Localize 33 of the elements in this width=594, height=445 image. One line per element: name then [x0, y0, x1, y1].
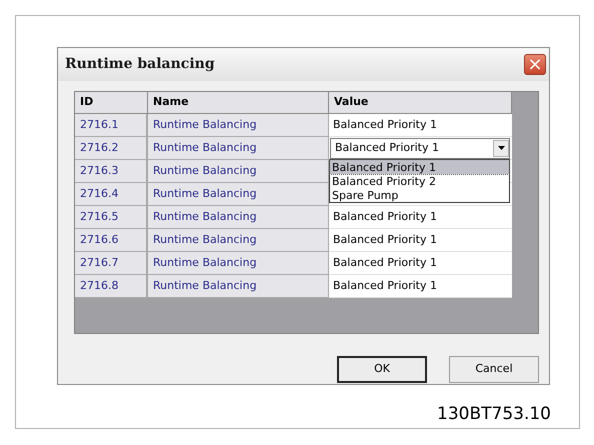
window-title: Runtime balancing	[65, 55, 215, 74]
table-cell: Runtime Balancing	[148, 137, 329, 160]
table-cell: Runtime Balancing	[148, 252, 329, 275]
table-cell: Runtime Balancing	[148, 183, 329, 206]
table-cell[interactable]: Balanced Priority 1	[329, 114, 512, 137]
table-cell: 2716.3	[75, 160, 148, 183]
table-cell: Runtime Balancing	[148, 229, 329, 252]
table-cell: Runtime Balancing	[148, 206, 329, 229]
table-cell: 2716.1	[75, 114, 148, 137]
table-cell: Runtime Balancing	[148, 160, 329, 183]
dropdown-option[interactable]: Balanced Priority 2	[330, 174, 509, 188]
table-cell: 2716.6	[75, 229, 148, 252]
table-cell: Runtime Balancing	[148, 114, 329, 137]
table-cell[interactable]: Balanced Priority 1	[329, 229, 512, 252]
dropdown-option[interactable]: Spare Pump	[330, 188, 509, 202]
dialog-button[interactable]: Cancel	[449, 356, 539, 383]
table-cell: 2716.5	[75, 206, 148, 229]
caret-icon[interactable]	[493, 140, 509, 156]
table-cell: 2716.4	[75, 183, 148, 206]
table-cell[interactable]: Balanced Priority 1	[329, 275, 512, 298]
column-header[interactable]: ID	[75, 92, 148, 114]
dialog-button[interactable]: OK	[337, 356, 427, 383]
dropdown-option[interactable]: Balanced Priority 1	[330, 160, 509, 174]
figure-code: 130BT753.10	[437, 403, 551, 426]
table-cell: 2716.8	[75, 275, 148, 298]
column-header[interactable]: Value	[329, 92, 512, 114]
table-cell[interactable]: Balanced Priority 1	[329, 252, 512, 275]
table-cell[interactable]: Balanced Priority 1	[329, 206, 512, 229]
column-header[interactable]: Name	[148, 92, 329, 114]
table-cell: 2716.7	[75, 252, 148, 275]
table-cell: 2716.2	[75, 137, 148, 160]
dropdown[interactable]: Balanced Priority 1	[330, 138, 510, 158]
table-cell: Runtime Balancing	[148, 275, 329, 298]
